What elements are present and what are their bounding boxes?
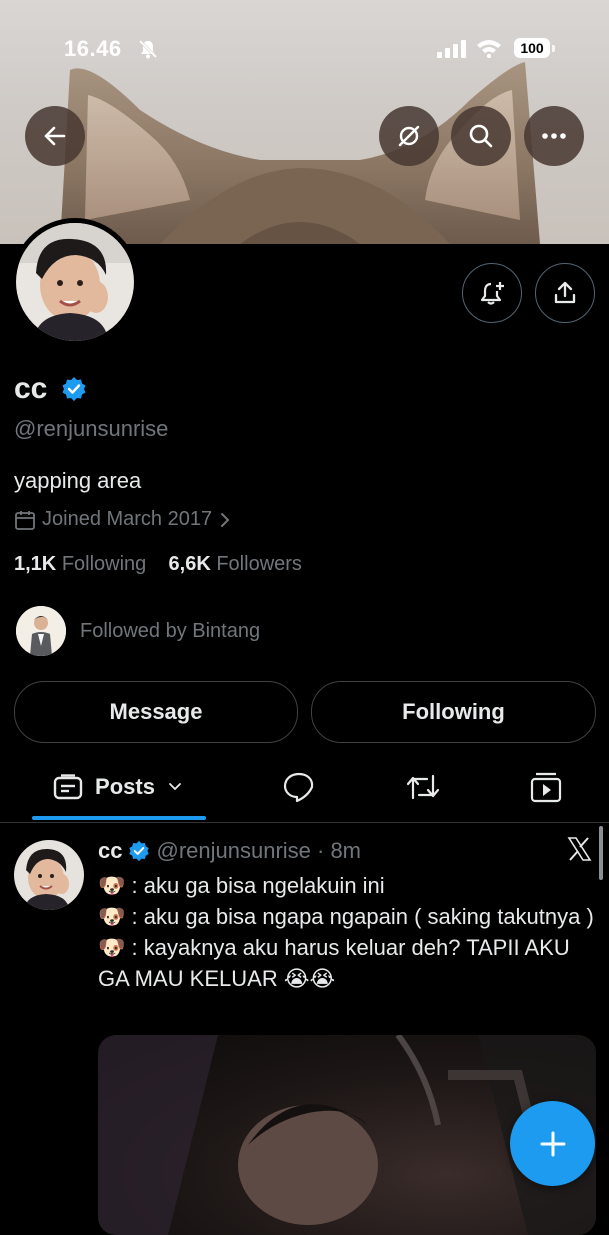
more-button[interactable]: [524, 106, 584, 166]
compose-button[interactable]: [510, 1101, 595, 1186]
tab-replies[interactable]: [282, 770, 316, 804]
followers-stat[interactable]: 6,6K Followers: [169, 553, 302, 575]
post-line-1: 🐶 : aku ga bisa ngelakuin ini: [98, 873, 385, 898]
grok-button[interactable]: [379, 106, 439, 166]
followers-count: 6,6K: [168, 553, 211, 575]
bell-plus-icon: [480, 282, 504, 305]
verified-badge-icon: [62, 377, 86, 401]
bell-off-icon: [138, 39, 158, 59]
search-button[interactable]: [451, 106, 511, 166]
profile-banner[interactable]: 16.46 100: [0, 0, 609, 244]
notify-button[interactable]: [462, 263, 522, 323]
share-button[interactable]: [535, 263, 595, 323]
share-icon: [554, 281, 576, 304]
followed-by-row[interactable]: Followed by Bintang: [16, 606, 260, 656]
search-icon: [469, 124, 493, 148]
post-text: 🐶 : aku ga bisa ngelakuin ini 🐶 : aku ga…: [98, 870, 598, 994]
posts-icon: [53, 774, 83, 800]
joined-date: Joined March 2017: [42, 508, 213, 530]
battery-cap: [552, 45, 555, 52]
tab-reposts[interactable]: [405, 770, 441, 804]
following-stat[interactable]: 1,1K Following: [14, 553, 146, 575]
followers-label: Followers: [216, 553, 302, 575]
back-arrow-icon: [44, 126, 66, 146]
post-line-3: 🐶 : kayaknya aku harus keluar deh? TAPII…: [98, 935, 570, 991]
following-count: 1,1K: [14, 553, 57, 575]
following-label: Following: [61, 553, 147, 575]
status-time: 16.46: [64, 36, 122, 61]
status-bar: 16.46 100: [0, 0, 609, 100]
verified-badge-icon: [129, 840, 150, 862]
grok-icon: [398, 125, 420, 147]
tab-media[interactable]: [529, 770, 563, 804]
following-button[interactable]: Following: [311, 681, 596, 743]
message-button[interactable]: Message: [14, 681, 298, 743]
post-avatar[interactable]: [14, 840, 84, 910]
profile-handle: @renjunsunrise: [14, 416, 169, 441]
tab-posts-underline: [32, 816, 206, 820]
signal-icon: [437, 40, 466, 58]
profile-tabs: Posts: [0, 752, 609, 823]
follower-avatar: [16, 606, 66, 656]
profile-bio: yapping area: [14, 468, 142, 493]
plus-icon: [540, 1131, 565, 1156]
tab-posts[interactable]: Posts: [30, 752, 206, 822]
follow-stats: 1,1K Following 6,6K Followers: [14, 553, 302, 576]
chevron-down-icon: [169, 783, 181, 791]
chevron-right-icon: [221, 512, 230, 527]
profile-avatar-image: [16, 223, 134, 341]
more-icon: [542, 133, 566, 139]
wifi-icon: [477, 40, 501, 58]
tab-posts-label: Posts: [95, 774, 155, 799]
joined-date-row[interactable]: Joined March 2017: [14, 508, 232, 531]
scrollbar[interactable]: [599, 826, 603, 880]
calendar-icon: [15, 510, 35, 530]
profile-avatar[interactable]: [11, 218, 139, 346]
profile-display-name: cc: [14, 372, 48, 405]
post-header: cc @renjunsunrise · 8m: [98, 838, 361, 864]
followed-by-text: Followed by Bintang: [80, 619, 261, 642]
back-button[interactable]: [25, 106, 85, 166]
post-handle-time: @renjunsunrise · 8m: [156, 838, 362, 863]
post-line-2: 🐶 : aku ga bisa ngapa ngapain ( saking t…: [98, 904, 594, 929]
battery-indicator: 100: [514, 38, 550, 58]
x-logo-icon: [567, 837, 592, 861]
post-author-name[interactable]: cc: [98, 838, 122, 864]
